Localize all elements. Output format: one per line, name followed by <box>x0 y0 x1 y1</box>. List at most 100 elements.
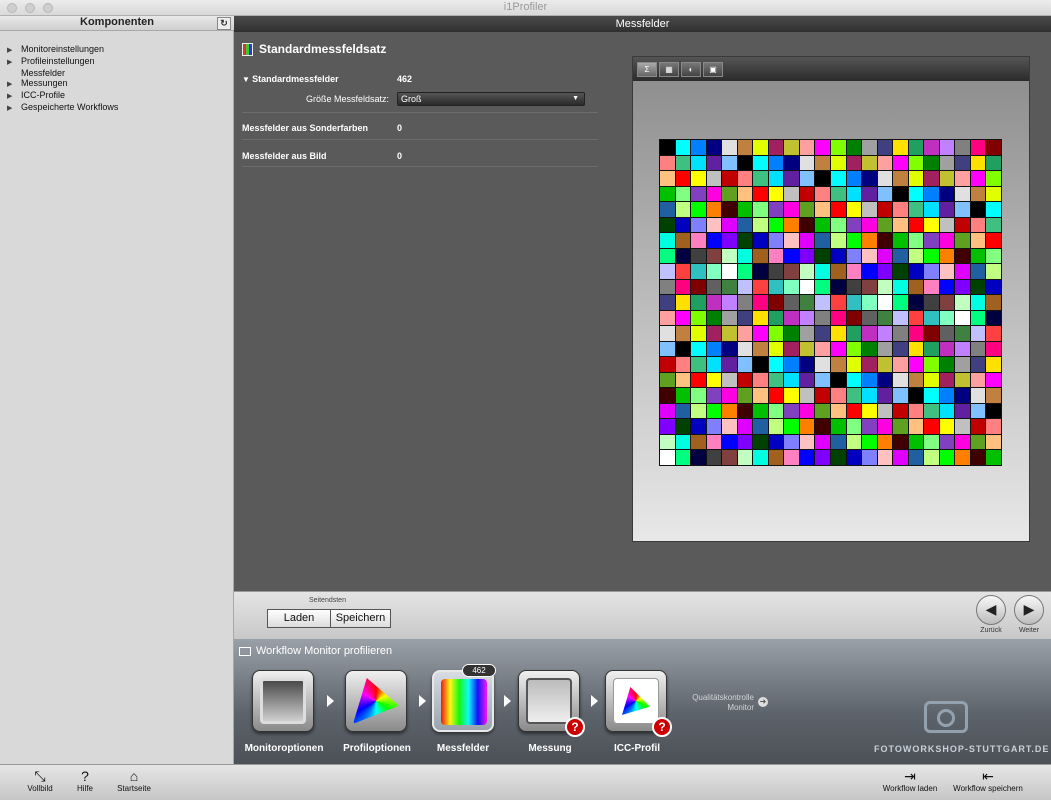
load-button[interactable]: Laden <box>267 609 331 628</box>
color-patch <box>924 264 939 279</box>
expand-arrow-icon[interactable]: ▶ <box>7 92 21 102</box>
save-button[interactable]: Speichern <box>330 609 391 628</box>
grid-view-icon[interactable]: ▦ <box>659 62 679 77</box>
next-button[interactable]: ▶ <box>1014 595 1044 625</box>
next-label: Weiter <box>1018 627 1040 634</box>
color-patch <box>955 264 970 279</box>
tree-item-gespeicherte-workflows[interactable]: ▶ Gespeicherte Workflows <box>7 102 118 114</box>
title-bar: i1Profiler <box>0 0 1051 16</box>
color-patch <box>924 419 939 434</box>
color-patch <box>955 310 970 326</box>
color-patch <box>986 341 1001 357</box>
color-patch <box>862 341 877 357</box>
tree-item-profileinstellungen[interactable]: ▶ Profileinstellungen <box>7 56 118 68</box>
color-patch <box>986 202 1001 217</box>
color-patch <box>831 403 846 419</box>
color-patch <box>815 310 830 326</box>
divider <box>242 166 598 167</box>
color-patch <box>737 171 753 186</box>
expand-arrow-icon[interactable]: ▶ <box>7 46 21 56</box>
step-messfelder[interactable] <box>432 670 494 732</box>
color-patch <box>831 295 846 310</box>
home-icon: ⌂ <box>129 768 139 784</box>
color-patch <box>877 233 893 248</box>
patch-preview: Σ ▦ ◐ ▣ <box>632 56 1030 542</box>
color-patch <box>737 264 753 279</box>
color-patch <box>924 357 939 372</box>
expand-arrow-icon[interactable]: ▶ <box>7 58 21 68</box>
color-patch <box>753 388 768 403</box>
color-patch <box>675 295 691 310</box>
size-label: Größe Messfeldsatz: <box>306 94 390 104</box>
camera-logo-icon <box>924 701 968 733</box>
spot-view-icon[interactable]: ◐ <box>681 62 701 77</box>
tree-item-messfelder[interactable]: Messfelder <box>7 68 118 78</box>
color-patch <box>815 140 830 155</box>
color-patch <box>753 357 768 372</box>
color-patch <box>660 248 675 264</box>
home-button[interactable]: ⌂ Startseite <box>112 768 156 793</box>
color-patch <box>939 341 955 357</box>
color-patch <box>815 372 830 388</box>
color-patch <box>939 434 955 450</box>
color-patch <box>986 171 1001 186</box>
tree-item-monitoreinstellungen[interactable]: ▶ Monitoreinstellungen <box>7 44 118 56</box>
load-workflow-icon: ⇥ <box>904 768 916 784</box>
load-workflow-button[interactable]: ⇥ Workflow laden <box>878 768 942 793</box>
step-monitoroptionen[interactable] <box>252 670 314 732</box>
summary-view-icon[interactable]: Σ <box>637 62 657 77</box>
color-patch <box>753 372 768 388</box>
components-tree: ▶ Monitoreinstellungen ▶ Profileinstellung… <box>7 44 118 114</box>
color-patch <box>784 357 799 372</box>
tree-item-icc-profile[interactable]: ▶ ICC-Profile <box>7 90 118 102</box>
collapse-triangle-icon[interactable]: ▼ <box>242 75 252 84</box>
back-button[interactable]: ◀ <box>976 595 1006 625</box>
step-label-profiloptionen: Profiloptionen <box>343 743 411 754</box>
color-patch <box>939 388 955 403</box>
arrow-right-icon[interactable]: ➜ <box>758 697 768 707</box>
refresh-icon[interactable]: ↻ <box>217 17 231 30</box>
color-patch <box>846 171 862 186</box>
color-patch <box>784 434 799 450</box>
color-patch <box>706 279 722 295</box>
color-patch <box>706 248 722 264</box>
image-view-icon[interactable]: ▣ <box>703 62 723 77</box>
color-patch <box>706 403 722 419</box>
preview-toolbar: Σ ▦ ◐ ▣ <box>633 57 1029 81</box>
help-button[interactable]: ? Hilfe <box>70 768 100 793</box>
color-patch <box>846 388 862 403</box>
expand-arrow-icon[interactable]: ▶ <box>7 80 21 90</box>
standard-patches-row[interactable]: ▼ Standardmessfelder 462 <box>242 74 598 84</box>
tree-item-messungen[interactable]: ▶ Messungen <box>7 78 118 90</box>
color-patch <box>691 419 706 434</box>
color-patch <box>815 155 830 171</box>
fullscreen-button[interactable]: ⤡ Vollbild <box>24 768 56 793</box>
color-patch <box>737 233 753 248</box>
color-patch <box>660 326 675 341</box>
color-patch <box>691 326 706 341</box>
color-patch <box>691 450 706 465</box>
color-patch <box>799 202 815 217</box>
step-messung[interactable]: ? <box>518 670 585 737</box>
save-workflow-button[interactable]: ⇤ Workflow speichern <box>948 768 1028 793</box>
color-patch <box>955 419 970 434</box>
color-patch <box>815 264 830 279</box>
step-profiloptionen[interactable] <box>345 670 407 732</box>
color-patch <box>784 264 799 279</box>
step-label-monitoroptionen: Monitoroptionen <box>244 743 324 754</box>
quality-check-link[interactable]: Qualitätskontrolle Monitor <box>682 693 754 713</box>
color-patch <box>955 388 970 403</box>
step-icc-profil[interactable]: ? <box>605 670 672 737</box>
color-patch <box>722 388 737 403</box>
expand-arrow-icon[interactable]: ▶ <box>7 104 21 114</box>
color-patch <box>784 419 799 434</box>
color-patch <box>722 341 737 357</box>
divider <box>242 112 598 113</box>
color-patch <box>955 326 970 341</box>
color-patch <box>784 310 799 326</box>
color-patch <box>939 248 955 264</box>
patch-set-size-select[interactable]: Groß ▼ <box>397 92 585 106</box>
color-patch <box>799 326 815 341</box>
color-patch <box>799 403 815 419</box>
color-patch <box>908 140 924 155</box>
